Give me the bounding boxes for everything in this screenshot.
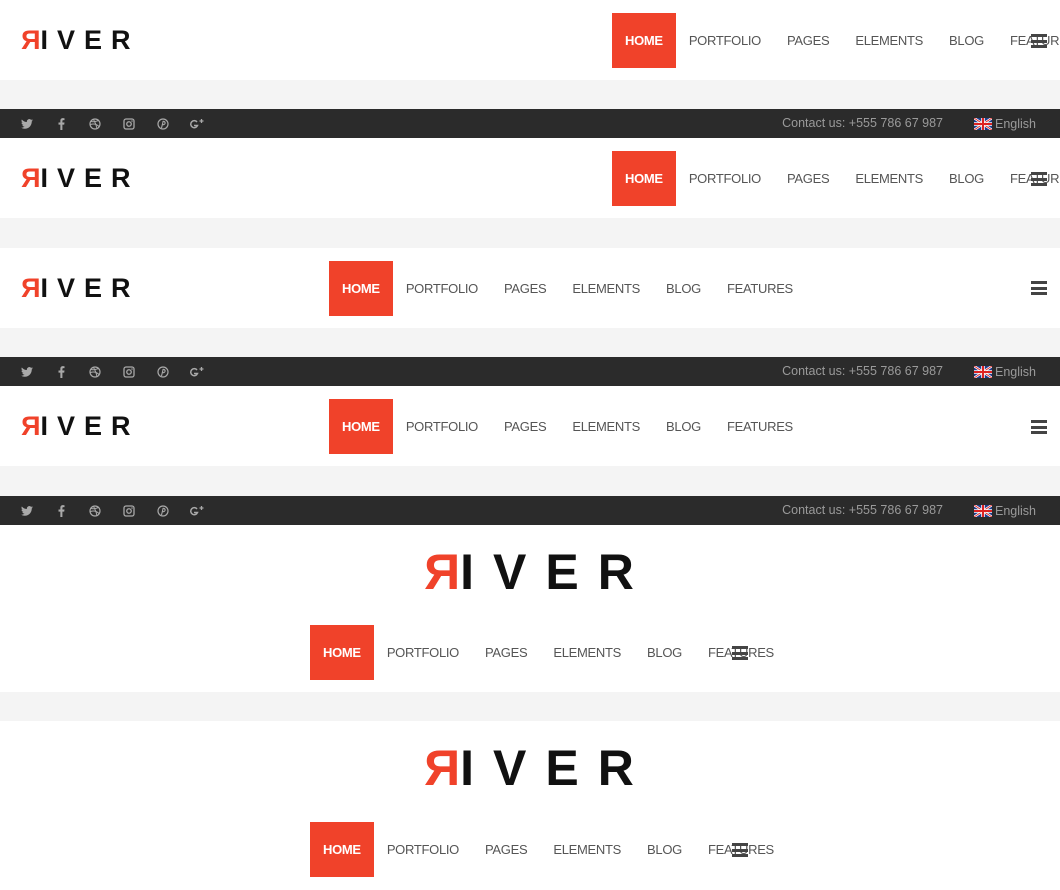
uk-flag-icon	[974, 504, 992, 517]
pinterest-icon[interactable]	[154, 115, 172, 133]
nav-features[interactable]: FEATURES	[997, 13, 1060, 68]
nav-blog[interactable]: BLOG	[634, 625, 695, 680]
language-label: English	[995, 503, 1036, 518]
language-selector[interactable]: English	[974, 357, 1036, 386]
social-links	[18, 496, 222, 525]
nav-elements[interactable]: ELEMENTS	[540, 625, 634, 680]
main-nav: HOME PORTFOLIO PAGES ELEMENTS BLOG FEATU…	[329, 261, 806, 316]
nav-elements[interactable]: ELEMENTS	[559, 399, 653, 454]
contact-text: Contact us: +555 786 67 987	[782, 364, 943, 378]
dribbble-icon[interactable]	[86, 502, 104, 520]
instagram-icon[interactable]	[120, 363, 138, 381]
nav-home[interactable]: HOME	[612, 151, 676, 206]
nav-pages[interactable]: PAGES	[491, 399, 559, 454]
nav-portfolio[interactable]: PORTFOLIO	[393, 261, 491, 316]
language-label: English	[995, 364, 1036, 379]
instagram-icon[interactable]	[120, 502, 138, 520]
nav-features[interactable]: FEATURES	[714, 399, 806, 454]
menu-icon[interactable]	[1031, 172, 1047, 186]
nav-elements[interactable]: ELEMENTS	[842, 151, 936, 206]
language-label: English	[995, 116, 1036, 131]
nav-home[interactable]: HOME	[329, 399, 393, 454]
logo[interactable]: R IVER	[405, 740, 653, 796]
header-variant-1: R IVER HOME PORTFOLIO PAGES ELEMENTS BLOG…	[0, 0, 1060, 80]
main-nav: HOME PORTFOLIO PAGES ELEMENTS BLOG FEATU…	[310, 625, 787, 680]
menu-icon[interactable]	[732, 646, 748, 660]
nav-portfolio[interactable]: PORTFOLIO	[676, 151, 774, 206]
nav-home[interactable]: HOME	[612, 13, 676, 68]
main-nav: HOME PORTFOLIO PAGES ELEMENTS BLOG FEATU…	[612, 13, 1060, 68]
header-variant-4: R IVER HOME PORTFOLIO PAGES ELEMENTS BLOG…	[0, 386, 1060, 466]
uk-flag-icon	[974, 365, 992, 378]
nav-blog[interactable]: BLOG	[653, 261, 714, 316]
menu-icon[interactable]	[1031, 34, 1047, 48]
nav-features[interactable]: FEATURES	[714, 261, 806, 316]
nav-portfolio[interactable]: PORTFOLIO	[676, 13, 774, 68]
main-nav: HOME PORTFOLIO PAGES ELEMENTS BLOG FEATU…	[612, 151, 1060, 206]
logo[interactable]: R IVER	[405, 544, 653, 600]
header-variant-5: R IVER HOME PORTFOLIO PAGES ELEMENTS BLOG…	[0, 525, 1060, 692]
uk-flag-icon	[974, 117, 992, 130]
nav-home[interactable]: HOME	[310, 625, 374, 680]
nav-pages[interactable]: PAGES	[472, 822, 540, 877]
logo[interactable]: R IVER	[12, 268, 140, 308]
nav-blog[interactable]: BLOG	[653, 399, 714, 454]
logo[interactable]: R IVER	[12, 20, 140, 60]
logo[interactable]: R IVER	[12, 406, 140, 446]
main-nav: HOME PORTFOLIO PAGES ELEMENTS BLOG FEATU…	[310, 822, 787, 877]
twitter-icon[interactable]	[18, 502, 36, 520]
nav-home[interactable]: HOME	[310, 822, 374, 877]
nav-elements[interactable]: ELEMENTS	[540, 822, 634, 877]
google-plus-icon[interactable]	[188, 363, 206, 381]
nav-pages[interactable]: PAGES	[472, 625, 540, 680]
menu-icon[interactable]	[732, 843, 748, 857]
nav-elements[interactable]: ELEMENTS	[559, 261, 653, 316]
top-bar: Contact us: +555 786 67 987 English	[0, 496, 1060, 525]
contact-text: Contact us: +555 786 67 987	[782, 116, 943, 130]
twitter-icon[interactable]	[18, 115, 36, 133]
main-nav: HOME PORTFOLIO PAGES ELEMENTS BLOG FEATU…	[329, 399, 806, 454]
header-variant-6: R IVER HOME PORTFOLIO PAGES ELEMENTS BLOG…	[0, 721, 1060, 890]
language-selector[interactable]: English	[974, 109, 1036, 138]
twitter-icon[interactable]	[18, 363, 36, 381]
logo[interactable]: R IVER	[12, 158, 140, 198]
facebook-icon[interactable]	[52, 363, 70, 381]
top-bar: Contact us: +555 786 67 987 English	[0, 357, 1060, 386]
nav-features[interactable]: FEATURES	[997, 151, 1060, 206]
nav-pages[interactable]: PAGES	[491, 261, 559, 316]
nav-blog[interactable]: BLOG	[936, 13, 997, 68]
top-bar: Contact us: +555 786 67 987 English	[0, 109, 1060, 138]
pinterest-icon[interactable]	[154, 502, 172, 520]
google-plus-icon[interactable]	[188, 502, 206, 520]
social-links	[18, 357, 222, 386]
nav-portfolio[interactable]: PORTFOLIO	[374, 625, 472, 680]
instagram-icon[interactable]	[120, 115, 138, 133]
nav-elements[interactable]: ELEMENTS	[842, 13, 936, 68]
menu-icon[interactable]	[1031, 420, 1047, 434]
facebook-icon[interactable]	[52, 502, 70, 520]
nav-home[interactable]: HOME	[329, 261, 393, 316]
dribbble-icon[interactable]	[86, 363, 104, 381]
nav-blog[interactable]: BLOG	[936, 151, 997, 206]
pinterest-icon[interactable]	[154, 363, 172, 381]
contact-text: Contact us: +555 786 67 987	[782, 503, 943, 517]
header-variant-2: R IVER HOME PORTFOLIO PAGES ELEMENTS BLOG…	[0, 138, 1060, 218]
facebook-icon[interactable]	[52, 115, 70, 133]
nav-portfolio[interactable]: PORTFOLIO	[393, 399, 491, 454]
nav-blog[interactable]: BLOG	[634, 822, 695, 877]
dribbble-icon[interactable]	[86, 115, 104, 133]
nav-portfolio[interactable]: PORTFOLIO	[374, 822, 472, 877]
nav-pages[interactable]: PAGES	[774, 13, 842, 68]
menu-icon[interactable]	[1031, 281, 1047, 295]
header-variant-3: R IVER HOME PORTFOLIO PAGES ELEMENTS BLOG…	[0, 248, 1060, 328]
google-plus-icon[interactable]	[188, 115, 206, 133]
nav-pages[interactable]: PAGES	[774, 151, 842, 206]
language-selector[interactable]: English	[974, 496, 1036, 525]
social-links	[18, 109, 222, 138]
